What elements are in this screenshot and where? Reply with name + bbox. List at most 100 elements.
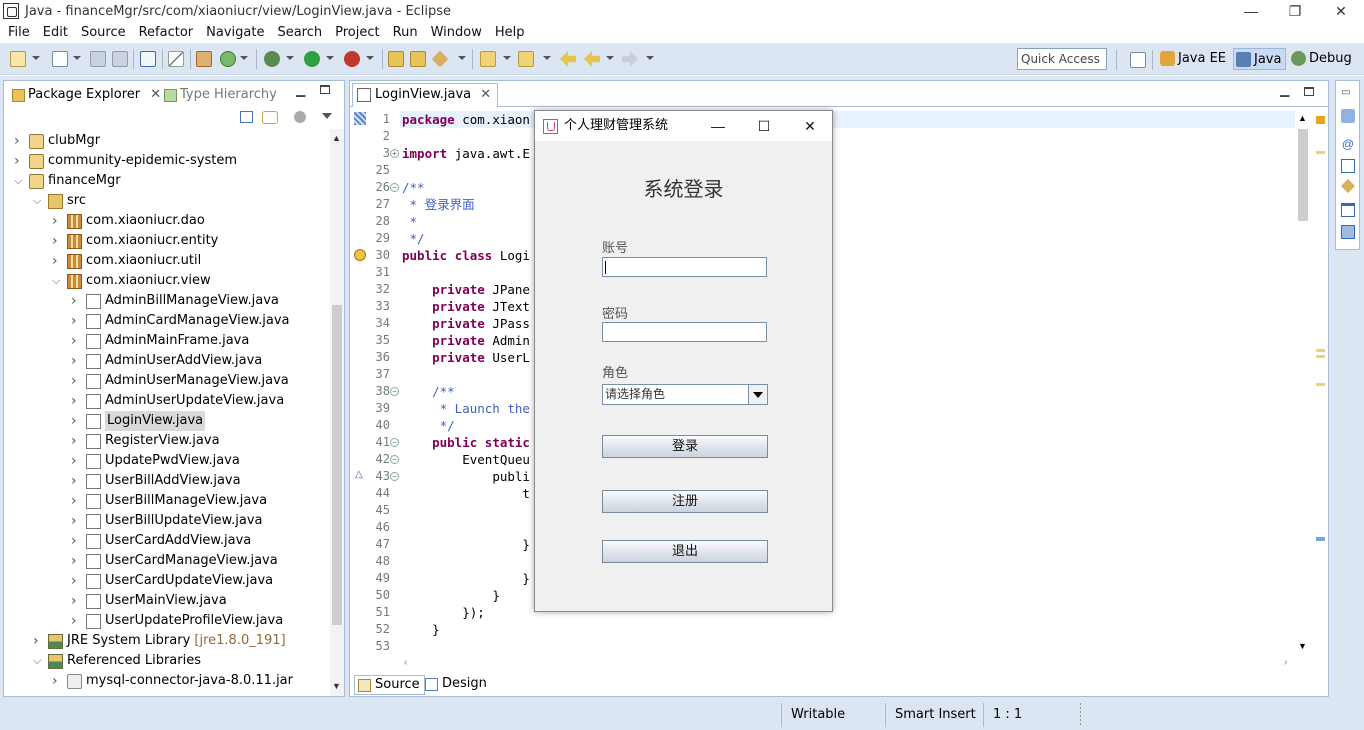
outline-icon[interactable] — [1341, 109, 1355, 123]
tree-item[interactable]: › clubMgr — [4, 131, 330, 151]
chevron-down-icon[interactable] — [543, 56, 551, 60]
minimize-window-button[interactable]: — — [1228, 0, 1274, 22]
console-icon[interactable] — [1341, 203, 1355, 217]
quick-access-input[interactable]: Quick Access — [1017, 48, 1107, 70]
tree-item[interactable]: › RegisterView.java — [4, 431, 330, 451]
debug-icon[interactable] — [264, 51, 280, 67]
package-explorer-scrollbar[interactable]: ▲ ▼ — [330, 129, 344, 696]
tree-item[interactable]: › AdminUserManageView.java — [4, 371, 330, 391]
maximize-view-icon[interactable] — [320, 85, 330, 94]
account-input[interactable] — [602, 257, 767, 277]
console-icon[interactable] — [140, 51, 156, 67]
scroll-up-icon[interactable]: ▲ — [1298, 113, 1307, 123]
tree-item[interactable]: › UserBillAddView.java — [4, 471, 330, 491]
tree-item[interactable]: › AdminBillManageView.java — [4, 291, 330, 311]
chevron-right-icon[interactable]: › — [71, 551, 81, 571]
dialog-minimize-button[interactable]: — — [695, 111, 741, 141]
tab-package-explorer[interactable]: Package Explorer ✕ — [8, 85, 167, 107]
tree-item[interactable]: › com.xiaoniucr.entity — [4, 231, 330, 251]
collapse-fold-icon[interactable]: − — [390, 387, 399, 396]
tree-item[interactable]: › UserCardUpdateView.java — [4, 571, 330, 591]
tree-item[interactable]: › com.xiaoniucr.util — [4, 251, 330, 271]
collapse-fold-icon[interactable]: − — [390, 472, 399, 481]
tree-item[interactable]: › UserBillUpdateView.java — [4, 511, 330, 531]
chevron-down-icon[interactable]: ⌵ — [52, 271, 62, 291]
chevron-down-icon[interactable] — [240, 56, 248, 60]
perspective-debug[interactable]: Debug — [1289, 48, 1356, 70]
dialog-close-button[interactable]: ✕ — [787, 111, 833, 141]
forward-arrow-icon[interactable] — [622, 51, 638, 67]
password-input[interactable] — [602, 322, 767, 342]
close-window-button[interactable]: ✕ — [1318, 0, 1364, 22]
overview-marker[interactable] — [1316, 151, 1325, 154]
chevron-right-icon[interactable]: › — [71, 591, 81, 611]
chevron-right-icon[interactable]: › — [71, 291, 81, 311]
scrollbar-thumb[interactable] — [332, 305, 342, 625]
menu-edit[interactable]: Edit — [43, 25, 68, 40]
open-perspective-icon[interactable] — [1130, 52, 1146, 68]
editor-vertical-scrollbar[interactable]: ▲ ▼ — [1295, 111, 1311, 659]
exit-button[interactable]: 退出 — [602, 540, 768, 563]
scroll-down-icon[interactable]: ▼ — [1298, 641, 1307, 651]
role-select[interactable]: 请选择角色 — [602, 384, 768, 405]
tab-design[interactable]: Design — [422, 675, 491, 695]
close-tab-icon[interactable]: ✕ — [480, 84, 491, 106]
chevron-right-icon[interactable]: › — [52, 251, 62, 271]
tree-item[interactable]: › UserMainView.java — [4, 591, 330, 611]
perspective-java[interactable]: Java — [1233, 48, 1287, 70]
menu-search[interactable]: Search — [277, 25, 322, 40]
tree-item[interactable]: › AdminMainFrame.java — [4, 331, 330, 351]
new-java-project-icon[interactable] — [52, 51, 68, 67]
tree-item[interactable]: › JRE System Library [jre1.8.0_191] — [4, 631, 330, 651]
menu-window[interactable]: Window — [431, 25, 482, 40]
previous-annotation-icon[interactable] — [518, 51, 534, 67]
tree-item[interactable]: › UpdatePwdView.java — [4, 451, 330, 471]
chevron-down-icon[interactable]: ⌵ — [33, 191, 43, 211]
tree-item[interactable]: › LoginView.java — [4, 411, 330, 431]
register-button[interactable]: 注册 — [602, 490, 768, 513]
tree-item[interactable]: › AdminUserAddView.java — [4, 351, 330, 371]
scroll-down-icon[interactable]: ▼ — [332, 681, 341, 691]
chevron-right-icon[interactable]: › — [71, 351, 81, 371]
pencil-icon[interactable] — [431, 50, 449, 68]
overview-warning-marker[interactable] — [1316, 116, 1325, 124]
tab-source[interactable]: Source — [354, 675, 425, 695]
next-annotation-icon[interactable] — [480, 51, 496, 67]
chevron-down-icon[interactable] — [748, 385, 767, 404]
tree-item[interactable]: › AdminCardManageView.java — [4, 311, 330, 331]
scroll-left-icon[interactable]: ‹ — [404, 657, 407, 668]
chevron-down-icon[interactable] — [73, 56, 81, 60]
chevron-right-icon[interactable]: › — [71, 531, 81, 551]
chevron-right-icon[interactable]: › — [71, 491, 81, 511]
chevron-down-icon[interactable] — [286, 56, 294, 60]
tree-item[interactable]: › UserCardAddView.java — [4, 531, 330, 551]
chevron-right-icon[interactable]: › — [71, 411, 81, 431]
overview-ruler[interactable] — [1313, 111, 1327, 659]
menu-run[interactable]: Run — [393, 25, 418, 40]
chevron-right-icon[interactable]: › — [71, 371, 81, 391]
tree-item[interactable]: ⌵ com.xiaoniucr.view — [4, 271, 330, 291]
menu-help[interactable]: Help — [495, 25, 525, 40]
dialog-maximize-button[interactable]: ☐ — [741, 111, 787, 141]
chevron-right-icon[interactable]: › — [71, 471, 81, 491]
open-type-icon[interactable] — [196, 51, 212, 67]
collapse-fold-icon[interactable]: − — [390, 455, 399, 464]
login-button[interactable]: 登录 — [602, 435, 768, 458]
problems-icon[interactable] — [1341, 225, 1355, 239]
chevron-right-icon[interactable]: › — [71, 431, 81, 451]
declaration-icon[interactable] — [1341, 159, 1355, 173]
chevron-down-icon[interactable]: ⌵ — [33, 651, 43, 671]
tab-type-hierarchy[interactable]: Type Hierarchy — [160, 85, 277, 107]
collapse-fold-icon[interactable]: − — [390, 438, 399, 447]
chevron-right-icon[interactable]: › — [71, 511, 81, 531]
link-with-editor-icon[interactable] — [262, 111, 278, 124]
refresh-icon[interactable] — [220, 51, 236, 67]
overview-marker[interactable] — [1316, 349, 1325, 352]
chevron-right-icon[interactable]: › — [71, 611, 81, 631]
chevron-down-icon[interactable]: ⌵ — [14, 171, 24, 191]
tree-item[interactable]: › mysql-connector-java-8.0.11.jar — [4, 671, 330, 691]
last-edit-location-icon[interactable] — [560, 51, 576, 67]
skip-breakpoints-icon[interactable] — [168, 51, 184, 67]
expand-fold-icon[interactable]: + — [390, 149, 399, 158]
tree-item[interactable]: ⌵ Referenced Libraries — [4, 651, 330, 671]
